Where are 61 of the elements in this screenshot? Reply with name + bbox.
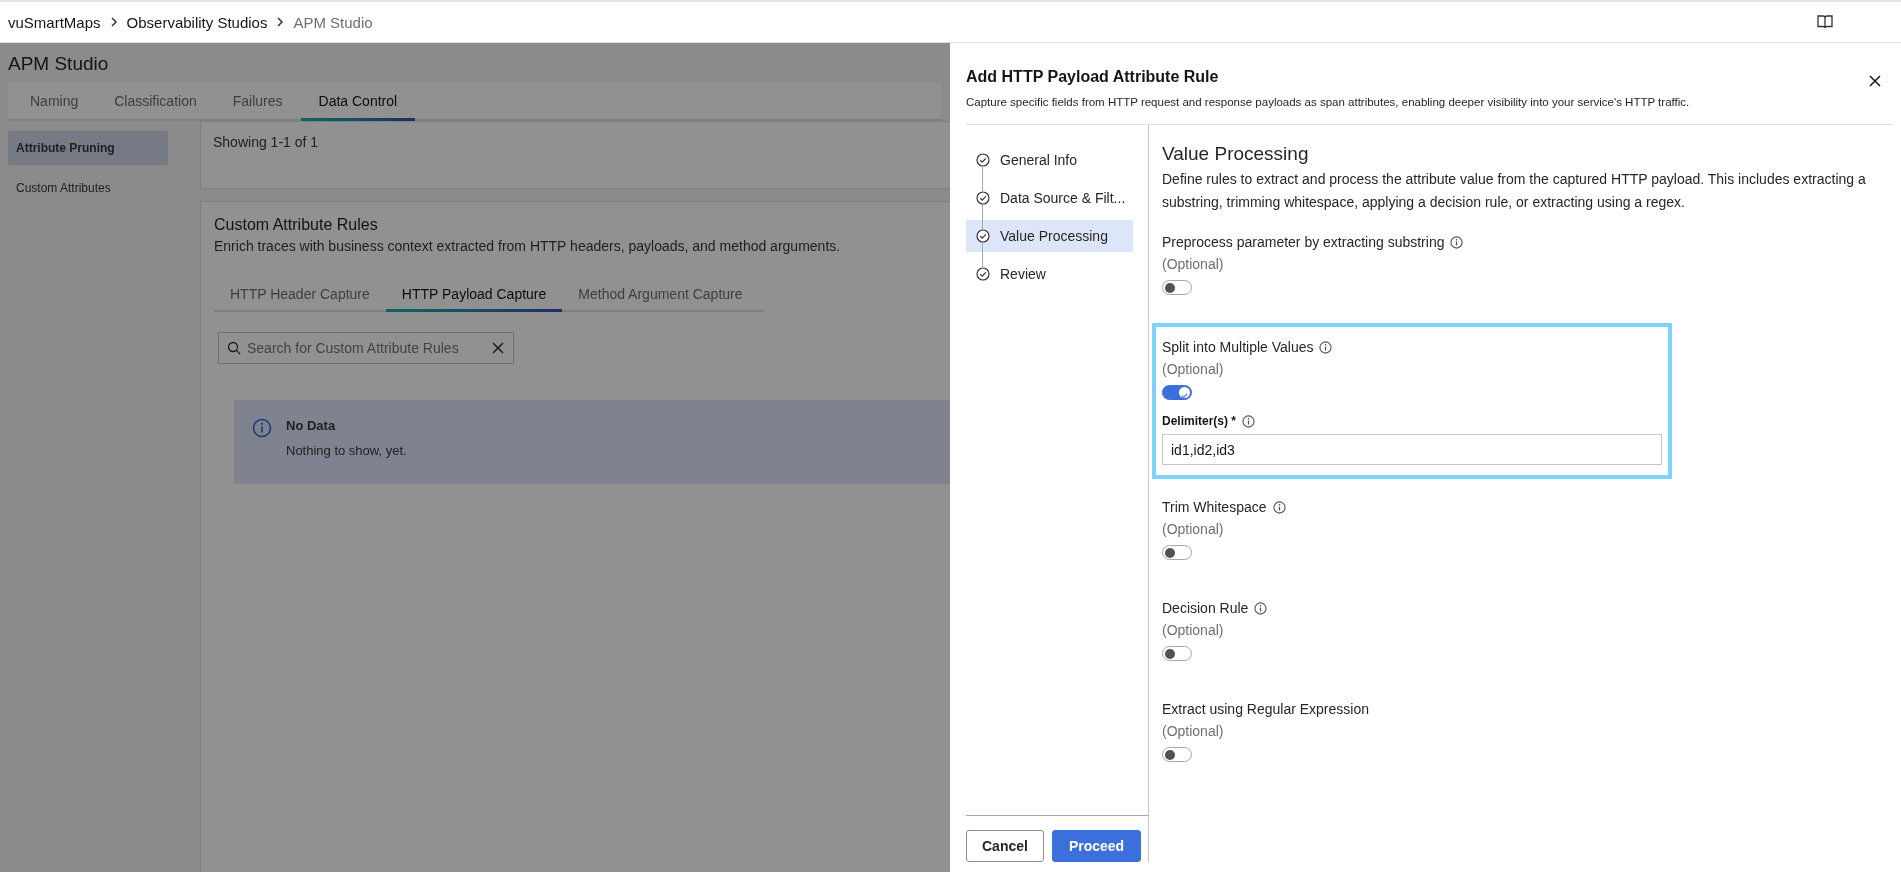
sidebar-item[interactable]: Custom Attributes xyxy=(8,171,168,205)
info-icon xyxy=(252,418,272,438)
proceed-button[interactable]: Proceed xyxy=(1051,830,1142,862)
check-circle-icon xyxy=(976,229,990,243)
stepper-item[interactable]: Value Processing xyxy=(966,220,1133,252)
toggle-switch[interactable] xyxy=(1162,545,1192,560)
option-label: Split into Multiple Values xyxy=(1162,339,1314,355)
tab[interactable]: Method Argument Capture xyxy=(562,278,759,312)
result-count: Showing 1-1 of 1 xyxy=(213,134,319,150)
sidebar-item[interactable]: Attribute Pruning xyxy=(8,131,168,165)
optional-hint: (Optional) xyxy=(1162,256,1225,272)
drawer-description: Capture specific fields from HTTP request and response payloads as span attributes, enabling deeper visibility into your service's HTTP traffic. xyxy=(966,96,1691,108)
notice-title: No Data xyxy=(286,418,337,433)
card-description: Enrich traces with business context extracted from HTTP headers, payloads, and method arguments. xyxy=(214,238,842,254)
check-circle-icon xyxy=(976,267,990,281)
close-icon[interactable] xyxy=(1869,75,1881,87)
check-circle-icon xyxy=(976,153,990,167)
optional-hint: (Optional) xyxy=(1162,361,1225,377)
breadcrumb-link[interactable]: Observability Studios xyxy=(126,13,268,31)
option-label: Trim Whitespace xyxy=(1162,499,1267,515)
cancel-button[interactable]: Cancel xyxy=(966,830,1044,862)
info-icon[interactable] xyxy=(1319,340,1333,354)
stepper-item[interactable]: Review xyxy=(966,258,1133,290)
page-title: APM Studio xyxy=(7,52,110,76)
optional-hint: (Optional) xyxy=(1162,622,1225,638)
breadcrumb-link[interactable]: vuSmartMaps xyxy=(8,13,101,31)
chevron-right-icon xyxy=(275,17,286,27)
optional-hint: (Optional) xyxy=(1162,723,1225,739)
section-title: Value Processing xyxy=(1162,143,1310,165)
stepper-item[interactable]: Data Source & Filt... xyxy=(966,182,1133,214)
stepper-item[interactable]: General Info xyxy=(966,144,1133,176)
info-icon[interactable] xyxy=(1254,601,1268,615)
option-label: Preprocess parameter by extracting substring xyxy=(1162,234,1445,250)
toggle-switch[interactable] xyxy=(1162,646,1192,661)
search-field[interactable]: Search for Custom Attribute Rules xyxy=(218,332,514,364)
option-label: Decision Rule xyxy=(1162,600,1249,616)
tab[interactable]: Data Control xyxy=(300,83,416,121)
chevron-right-icon xyxy=(108,17,119,27)
toggle-switch[interactable] xyxy=(1162,280,1192,295)
clear-icon[interactable] xyxy=(492,342,504,354)
section-description: Define rules to extract and process the attribute value from the captured HTTP payload. This includes extracting a substring, trimming whitespace, applying a decision rule, or extracting using a regex. xyxy=(1162,170,1867,212)
toggle-switch[interactable] xyxy=(1162,747,1192,762)
info-icon[interactable] xyxy=(1450,235,1464,249)
optional-hint: (Optional) xyxy=(1162,521,1225,537)
breadcrumb-link[interactable]: APM Studio xyxy=(293,13,373,31)
drawer-title: Add HTTP Payload Attribute Rule xyxy=(966,68,1220,86)
tab[interactable]: Failures xyxy=(214,83,301,121)
check-circle-icon xyxy=(976,191,990,205)
notice-message: Nothing to show, yet. xyxy=(286,443,407,458)
tab[interactable]: HTTP Header Capture xyxy=(214,278,386,312)
tab[interactable]: HTTP Payload Capture xyxy=(385,278,563,312)
field-label: Delimiter(s) * xyxy=(1162,414,1237,428)
info-icon[interactable] xyxy=(1272,500,1286,514)
info-icon[interactable] xyxy=(1242,414,1256,428)
book-icon[interactable] xyxy=(1817,15,1833,29)
tab[interactable]: Naming xyxy=(12,83,97,121)
card-title: Custom Attribute Rules xyxy=(214,216,379,234)
input-field[interactable]: id1,id2,id3 xyxy=(1162,434,1662,465)
tab[interactable]: Classification xyxy=(96,83,215,121)
option-label: Extract using Regular Expression xyxy=(1162,701,1369,717)
toggle-switch[interactable] xyxy=(1162,385,1192,400)
